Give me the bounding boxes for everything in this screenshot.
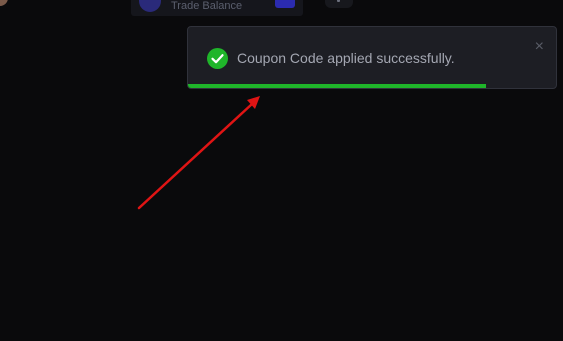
page: Trade Balance Coupon Code applied succes… [0,0,563,341]
annotation-arrow [137,96,260,210]
